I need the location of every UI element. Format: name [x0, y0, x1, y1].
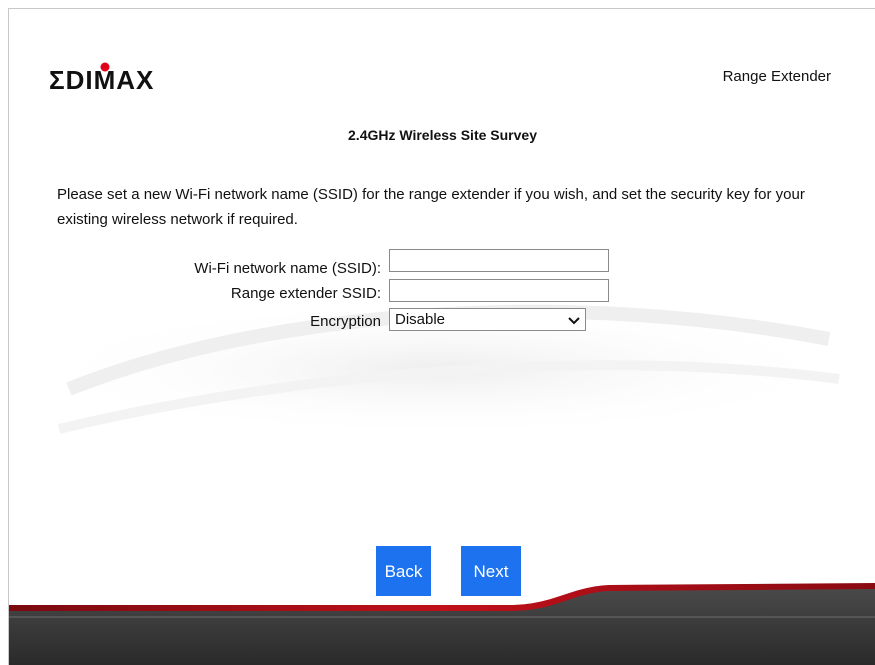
product-name: Range Extender — [722, 68, 831, 85]
encryption-value: Disable — [395, 311, 446, 328]
ext-ssid-label: Range extender SSID: — [230, 285, 381, 302]
page-description: Please set a new Wi-Fi network name (SSI… — [57, 186, 805, 228]
edimax-logo: ΣDIMAX — [49, 62, 153, 93]
background-swoosh — [19, 299, 859, 439]
encryption-select[interactable]: Disable — [389, 308, 586, 331]
ssid-label: Wi-Fi network name (SSID): — [194, 260, 381, 277]
ssid-input[interactable] — [389, 249, 609, 272]
page-frame: ΣDIMAX Range Extender 2.4GHz Wireless Si… — [8, 8, 875, 665]
footer-band — [9, 583, 875, 665]
page-title: 2.4GHz Wireless Site Survey — [348, 127, 537, 143]
chevron-down-icon — [568, 317, 580, 325]
encryption-label: Encryption — [310, 313, 381, 330]
ext-ssid-input[interactable] — [389, 279, 609, 302]
